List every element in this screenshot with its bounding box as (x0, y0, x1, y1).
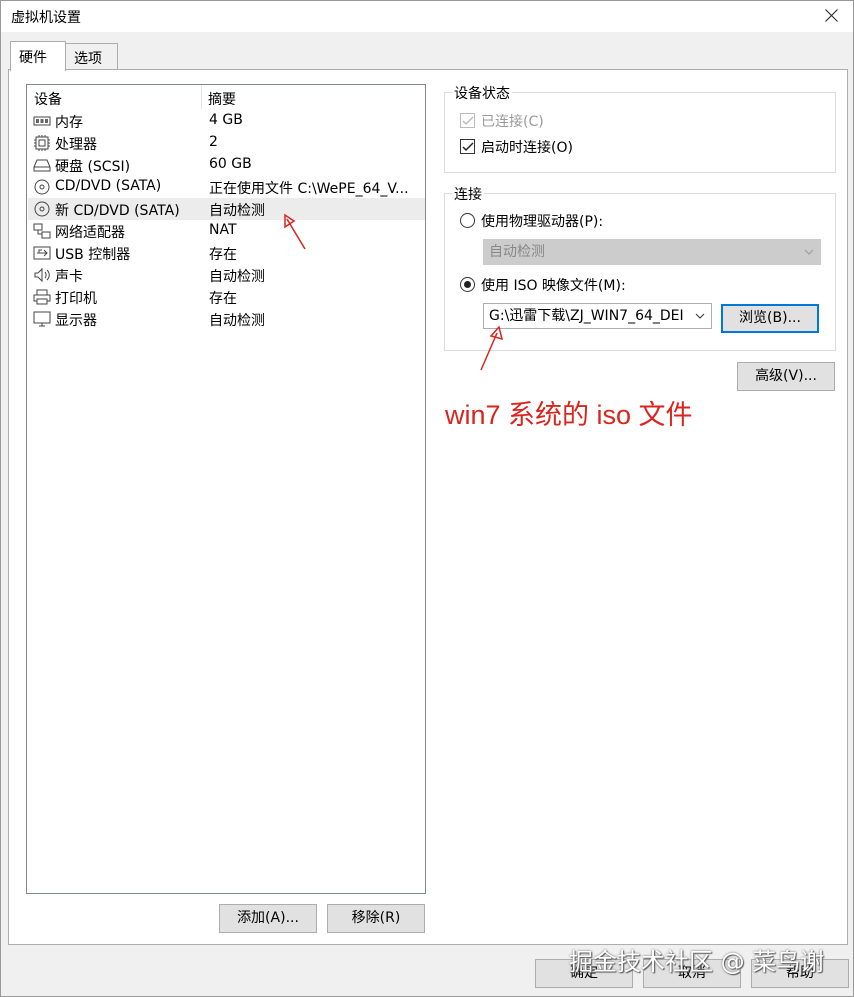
device-row-sound-card[interactable]: 声卡 自动检测 (28, 264, 425, 286)
device-summary: 自动检测 (209, 313, 265, 329)
printer-icon (33, 289, 51, 305)
physical-drive-label: 使用物理驱动器(P): (481, 214, 604, 230)
settings-window: 虚拟机设置 硬件 选项 设备 摘要 内存 4 GB 处理器 2 硬盘 (SCSI… (0, 0, 854, 997)
device-summary: 60 GB (209, 156, 252, 172)
device-row-usb[interactable]: USB 控制器 存在 (28, 242, 425, 264)
annotation-arrow-iso (480, 325, 504, 371)
sound-card-icon (34, 267, 50, 283)
device-summary: 存在 (209, 291, 237, 307)
hard-disk-icon (33, 159, 51, 172)
device-row-printer[interactable]: 打印机 存在 (28, 286, 425, 308)
connected-label: 已连接(C) (481, 114, 544, 130)
device-row-memory[interactable]: 内存 4 GB (28, 110, 425, 132)
advanced-button[interactable]: 高级(V)... (737, 362, 835, 391)
connect-at-power-on-label: 启动时连接(O) (481, 140, 573, 156)
tab-hardware[interactable]: 硬件 (10, 41, 66, 71)
device-name: 显示器 (55, 313, 97, 329)
device-summary: 自动检测 (209, 203, 265, 219)
iso-image-radio[interactable] (460, 277, 475, 292)
tab-options[interactable]: 选项 (65, 43, 118, 70)
device-summary: 自动检测 (209, 269, 265, 285)
device-name: 处理器 (55, 137, 97, 153)
annotation-arrow-device (284, 213, 306, 250)
device-summary: 4 GB (209, 112, 243, 128)
device-status-group (444, 92, 836, 173)
network-adapter-icon (33, 223, 51, 239)
device-name: 新 CD/DVD (SATA) (55, 203, 180, 219)
device-row-hard-disk[interactable]: 硬盘 (SCSI) 60 GB (28, 154, 425, 176)
remove-button[interactable]: 移除(R) (327, 904, 425, 933)
device-list[interactable]: 设备 摘要 内存 4 GB 处理器 2 硬盘 (SCSI) 60 GB CD/D… (26, 84, 426, 894)
column-divider (201, 85, 202, 109)
device-name: USB 控制器 (55, 247, 131, 263)
add-button[interactable]: 添加(A)... (219, 904, 317, 933)
device-row-new-cd-dvd[interactable]: 新 CD/DVD (SATA) 自动检测 (28, 198, 425, 220)
cd-dvd-icon (34, 179, 50, 195)
title-bar: 虚拟机设置 (1, 1, 853, 32)
device-row-cd-dvd[interactable]: CD/DVD (SATA) 正在使用文件 C:\WePE_64_V... (28, 176, 425, 198)
physical-drive-value: 自动检测 (489, 244, 545, 260)
browse-button[interactable]: 浏览(B)... (721, 304, 819, 333)
watermark: 掘金技术社区 @ 菜鸟谢 (569, 948, 825, 976)
device-name: CD/DVD (SATA) (55, 178, 162, 194)
device-name: 内存 (55, 115, 83, 131)
device-status-title: 设备状态 (452, 83, 512, 103)
annotation-text: win7 系统的 iso 文件 (445, 400, 693, 430)
column-header-device[interactable]: 设备 (34, 89, 62, 109)
display-icon (33, 311, 51, 327)
column-header-summary[interactable]: 摘要 (208, 89, 236, 109)
close-icon[interactable] (819, 3, 845, 29)
device-name: 硬盘 (SCSI) (55, 159, 131, 175)
device-name: 打印机 (55, 291, 97, 307)
iso-image-label: 使用 ISO 映像文件(M): (481, 278, 626, 294)
tab-hardware-label: 硬件 (19, 50, 47, 66)
check-icon (462, 116, 474, 126)
device-summary: 存在 (209, 247, 237, 263)
physical-drive-radio[interactable] (460, 213, 475, 228)
device-name: 网络适配器 (55, 225, 125, 241)
processor-icon (34, 135, 50, 151)
usb-icon (33, 246, 51, 260)
device-row-display[interactable]: 显示器 自动检测 (28, 308, 425, 330)
physical-drive-select[interactable]: 自动检测 (483, 239, 821, 265)
iso-path-value: G:\迅雷下载\ZJ_WIN7_64_DEI (489, 308, 684, 324)
chevron-down-icon[interactable] (695, 311, 705, 321)
window-title: 虚拟机设置 (11, 10, 81, 26)
connected-checkbox[interactable] (460, 113, 475, 128)
check-icon (462, 142, 474, 152)
connection-title: 连接 (452, 184, 484, 204)
iso-path-combobox[interactable]: G:\迅雷下载\ZJ_WIN7_64_DEI (483, 303, 712, 329)
device-summary: 2 (209, 134, 218, 150)
device-row-processor[interactable]: 处理器 2 (28, 132, 425, 154)
device-row-network-adapter[interactable]: 网络适配器 NAT (28, 220, 425, 242)
device-summary: NAT (209, 222, 237, 238)
tab-options-label: 选项 (74, 51, 102, 67)
chevron-down-icon (804, 249, 814, 255)
device-name: 声卡 (55, 269, 83, 285)
memory-icon (33, 116, 51, 126)
cd-dvd-icon (34, 201, 50, 217)
connect-at-power-on-checkbox[interactable] (460, 139, 475, 154)
device-summary: 正在使用文件 C:\WePE_64_V... (209, 181, 409, 197)
